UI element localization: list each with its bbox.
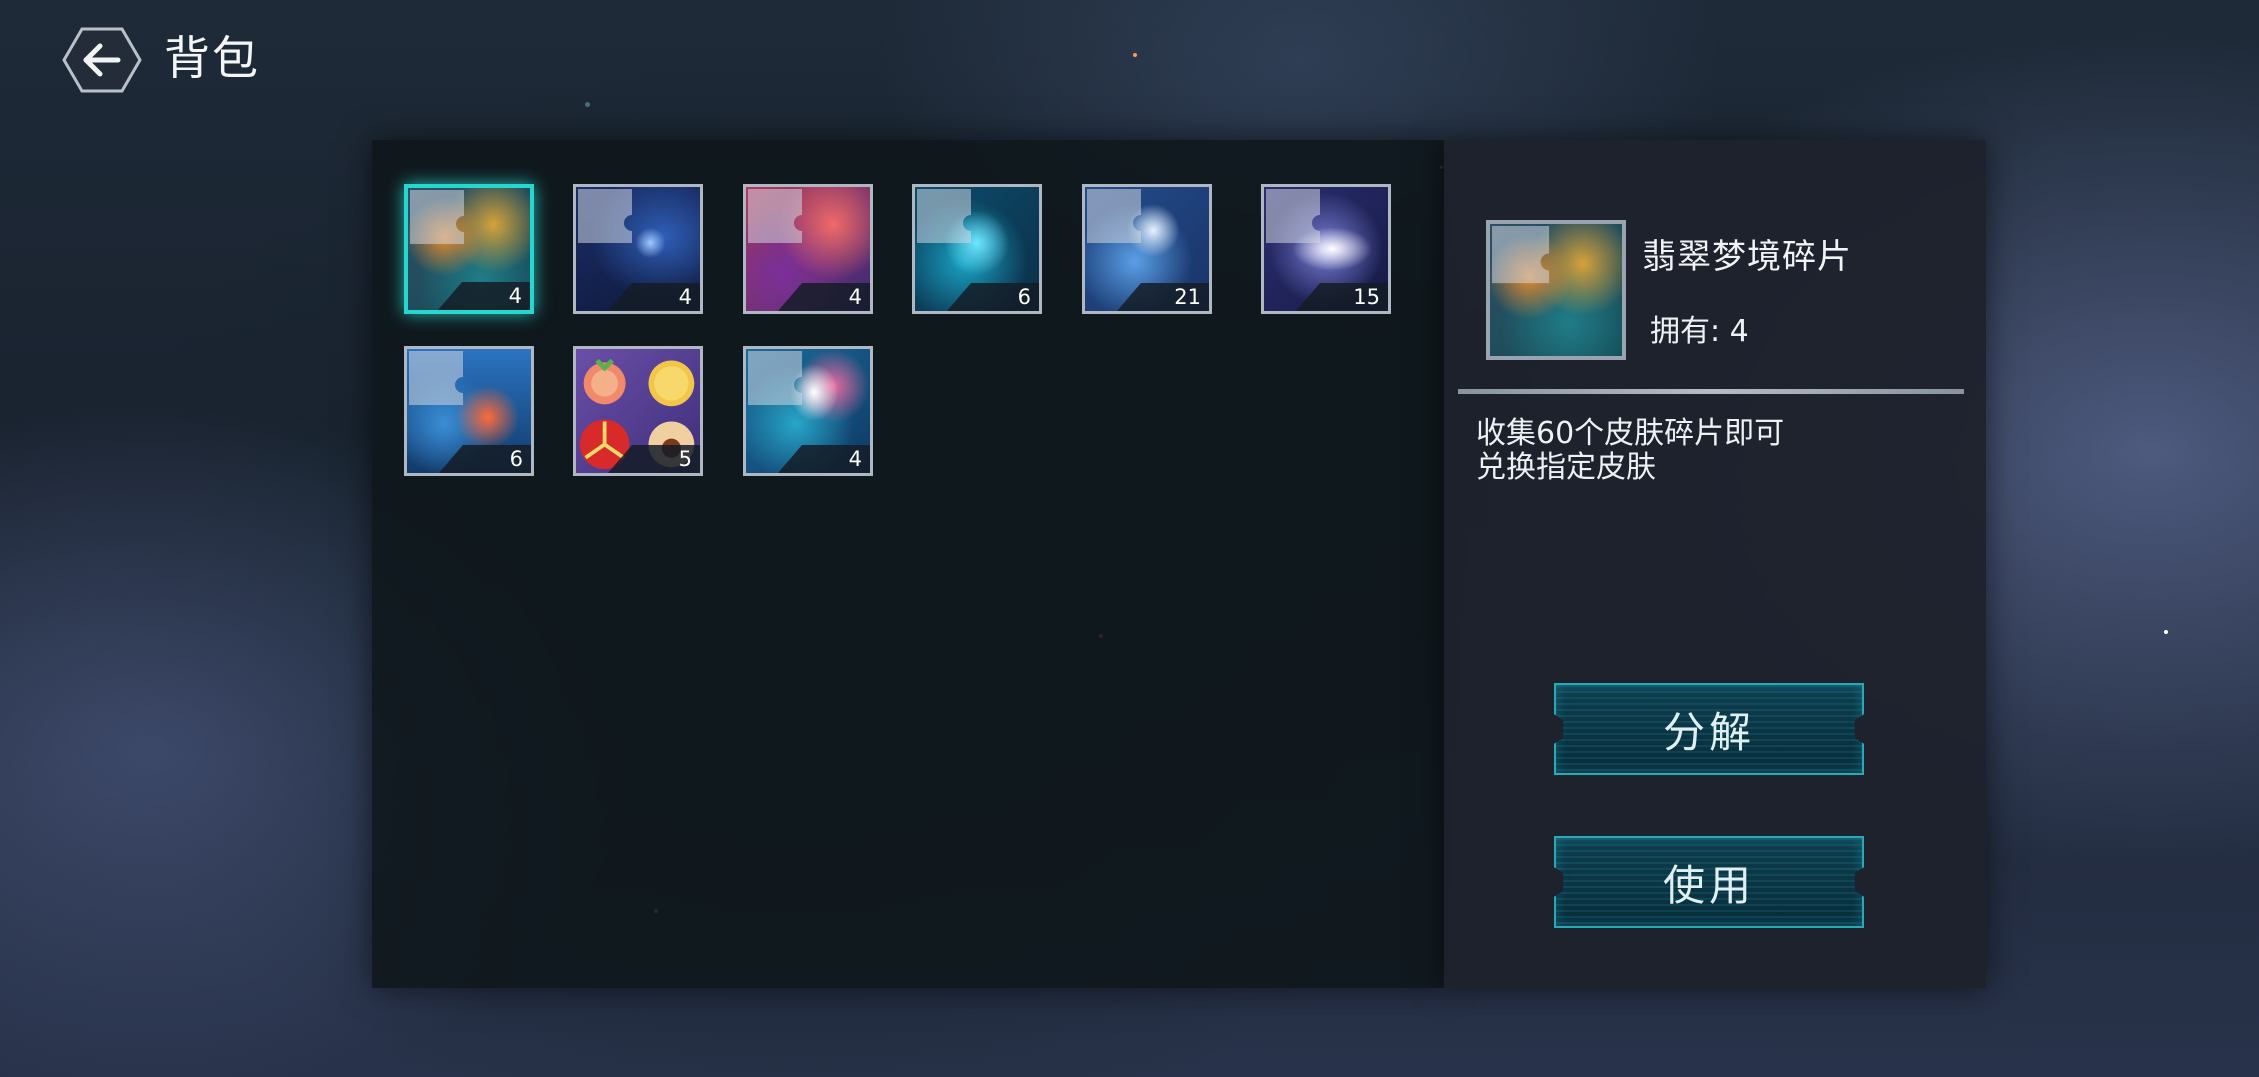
puzzle-piece-icon: [748, 351, 802, 405]
item-count: 6: [509, 447, 523, 471]
star-decoration: [1133, 53, 1137, 57]
back-arrow-icon: [62, 27, 142, 93]
puzzle-piece-icon: [1492, 226, 1550, 284]
item-count: 4: [848, 447, 862, 471]
inventory-slot[interactable]: 21: [1082, 184, 1212, 314]
inventory-slot[interactable]: 4: [404, 184, 534, 314]
item-name: 翡翠梦境碎片: [1642, 237, 1852, 277]
use-button-label: 使用: [1662, 860, 1755, 910]
item-count: 4: [508, 284, 522, 308]
puzzle-piece-icon: [409, 351, 463, 405]
item-description: 收集60个皮肤碎片即可 兑换指定皮肤: [1476, 416, 1785, 485]
use-button[interactable]: 使用: [1554, 836, 1864, 928]
back-button[interactable]: [62, 26, 142, 94]
inventory-slot[interactable]: 4: [743, 346, 873, 476]
page-title: 背包: [164, 31, 260, 85]
item-detail-panel: 翡翠梦境碎片 拥有: 4 收集60个皮肤碎片即可 兑换指定皮肤 分解 使用: [1444, 140, 1986, 988]
puzzle-piece-icon: [578, 189, 632, 243]
inventory-slot[interactable]: 4: [573, 184, 703, 314]
inventory-slot[interactable]: 6: [912, 184, 1042, 314]
item-count: 5: [678, 447, 692, 471]
inventory-slot[interactable]: 6: [404, 346, 534, 476]
star-decoration: [585, 102, 590, 107]
puzzle-piece-icon: [410, 190, 464, 244]
owned-count: 拥有: 4: [1650, 314, 1749, 349]
item-count: 4: [848, 285, 862, 309]
item-detail-thumbnail: [1486, 220, 1626, 360]
inventory-slot[interactable]: 5: [573, 346, 703, 476]
item-count: 21: [1174, 285, 1201, 309]
puzzle-piece-icon: [1266, 189, 1320, 243]
item-count: 15: [1353, 285, 1380, 309]
inventory-slot[interactable]: 4: [743, 184, 873, 314]
inventory-slot[interactable]: 15: [1261, 184, 1391, 314]
puzzle-piece-icon: [748, 189, 802, 243]
decompose-button[interactable]: 分解: [1554, 683, 1864, 775]
puzzle-piece-icon: [1087, 189, 1141, 243]
item-count: 6: [1017, 285, 1031, 309]
item-count: 4: [678, 285, 692, 309]
decompose-button-label: 分解: [1662, 707, 1755, 757]
divider: [1458, 389, 1964, 394]
puzzle-piece-icon: [917, 189, 971, 243]
star-decoration: [2164, 630, 2168, 634]
inventory-panel: 4 4 4 6 21 15 6 5 4: [372, 140, 1444, 988]
